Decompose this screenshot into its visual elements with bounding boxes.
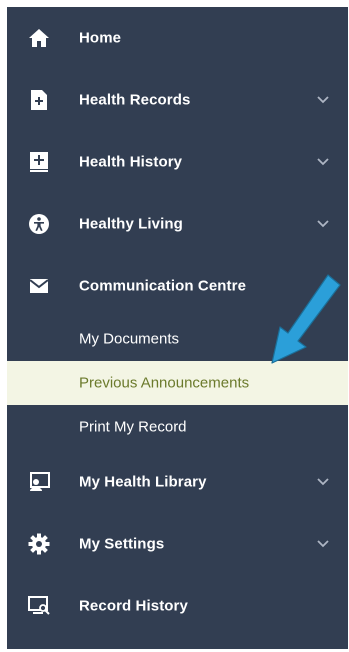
library-user-icon	[27, 470, 51, 494]
subnav-item-label: Print My Record	[79, 418, 187, 436]
chevron-down-icon[interactable]	[316, 219, 330, 229]
home-icon	[27, 26, 51, 50]
nav-item-healthy-living[interactable]: Healthy Living	[7, 193, 348, 255]
nav-item-label: Record History	[79, 597, 188, 615]
nav-item-label: My Health Library	[79, 473, 207, 491]
nav-item-label: My Settings	[79, 535, 165, 553]
nav-item-communication-centre[interactable]: Communication Centre	[7, 255, 348, 317]
chevron-down-icon[interactable]	[316, 539, 330, 549]
sidebar-nav: Home Health Records Health History Healt…	[7, 7, 348, 649]
chevron-down-icon[interactable]	[316, 477, 330, 487]
nav-item-my-health-library[interactable]: My Health Library	[7, 451, 348, 513]
nav-item-label: Healthy Living	[79, 215, 183, 233]
nav-item-label: Communication Centre	[79, 277, 247, 295]
nav-item-health-history[interactable]: Health History	[7, 131, 348, 193]
medical-chart-icon	[27, 150, 51, 174]
envelope-icon	[27, 274, 51, 298]
chevron-down-icon[interactable]	[316, 157, 330, 167]
accessibility-icon	[27, 212, 51, 236]
nav-item-my-settings[interactable]: My Settings	[7, 513, 348, 575]
subnav-item-previous-announcements[interactable]: Previous Announcements	[7, 361, 348, 405]
monitor-search-icon	[27, 594, 51, 618]
subnav-item-label: My Documents	[79, 330, 180, 348]
subnav-item-print-my-record[interactable]: Print My Record	[7, 405, 348, 449]
nav-item-home[interactable]: Home	[7, 7, 348, 69]
nav-item-label: Health Records	[79, 91, 191, 109]
nav-item-health-records[interactable]: Health Records	[7, 69, 348, 131]
chevron-down-icon[interactable]	[316, 95, 330, 105]
nav-item-record-history[interactable]: Record History	[7, 575, 348, 637]
nav-item-label: Health History	[79, 153, 183, 171]
subnav-item-label: Previous Announcements	[79, 374, 250, 392]
gear-icon	[27, 532, 51, 556]
medical-file-icon	[27, 88, 51, 112]
nav-item-label: Home	[79, 29, 122, 47]
subnav-item-my-documents[interactable]: My Documents	[7, 317, 348, 361]
